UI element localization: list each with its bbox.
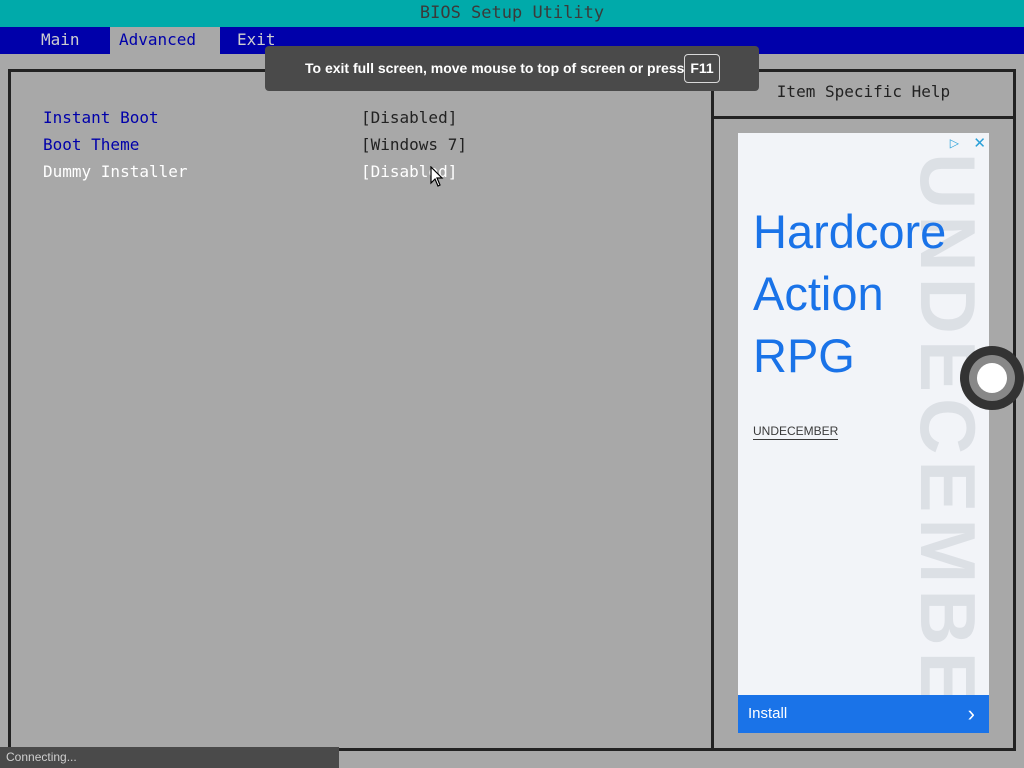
chevron-right-icon: › [967, 701, 975, 726]
adchoices-icon[interactable]: ▷ [950, 136, 959, 150]
menu-tab-main[interactable]: Main [41, 27, 80, 54]
ad-brand-link[interactable]: UNDECEMBER [753, 424, 839, 440]
ad-headline-line: Hardcore [753, 205, 947, 258]
setting-instant-boot-value[interactable]: [Disabled] [361, 108, 457, 127]
record-dot-icon [977, 363, 1007, 393]
mouse-cursor-icon [430, 166, 444, 187]
menu-tab-advanced-label: Advanced [119, 30, 197, 49]
menu-tab-advanced[interactable]: Advanced [110, 27, 220, 54]
bios-title: BIOS Setup Utility [419, 3, 605, 23]
menu-tab-main-label: Main [41, 30, 80, 49]
setting-dummy-installer-label[interactable]: Dummy Installer [43, 162, 188, 181]
advertisement[interactable]: UNDECEMBER ▷ ✕ Hardcore Action RPG UNDEC… [738, 133, 989, 733]
setting-instant-boot-label[interactable]: Instant Boot [43, 108, 159, 127]
status-text: Connecting... [6, 750, 77, 764]
ad-headline: Hardcore Action RPG [753, 201, 946, 387]
frame-divider-vertical [711, 69, 714, 751]
floating-record-button[interactable] [960, 346, 1024, 410]
fullscreen-toast: To exit full screen, move mouse to top o… [265, 46, 759, 91]
ad-headline-line: Action [753, 267, 884, 320]
status-bar: Connecting... [0, 747, 339, 768]
ad-headline-line: RPG [753, 329, 855, 382]
bios-title-bar: BIOS Setup Utility [0, 0, 1024, 27]
setting-boot-theme-value[interactable]: [Windows 7] [361, 135, 467, 154]
setting-boot-theme-label[interactable]: Boot Theme [43, 135, 139, 154]
fullscreen-toast-key: F11 [684, 54, 720, 83]
record-ring-icon [969, 355, 1015, 401]
help-header-divider [714, 116, 1016, 119]
fullscreen-toast-message: To exit full screen, move mouse to top o… [305, 60, 685, 76]
close-icon[interactable]: ✕ [973, 134, 986, 152]
ad-install-label: Install [748, 705, 788, 722]
ad-install-button[interactable]: Install › [738, 695, 989, 733]
